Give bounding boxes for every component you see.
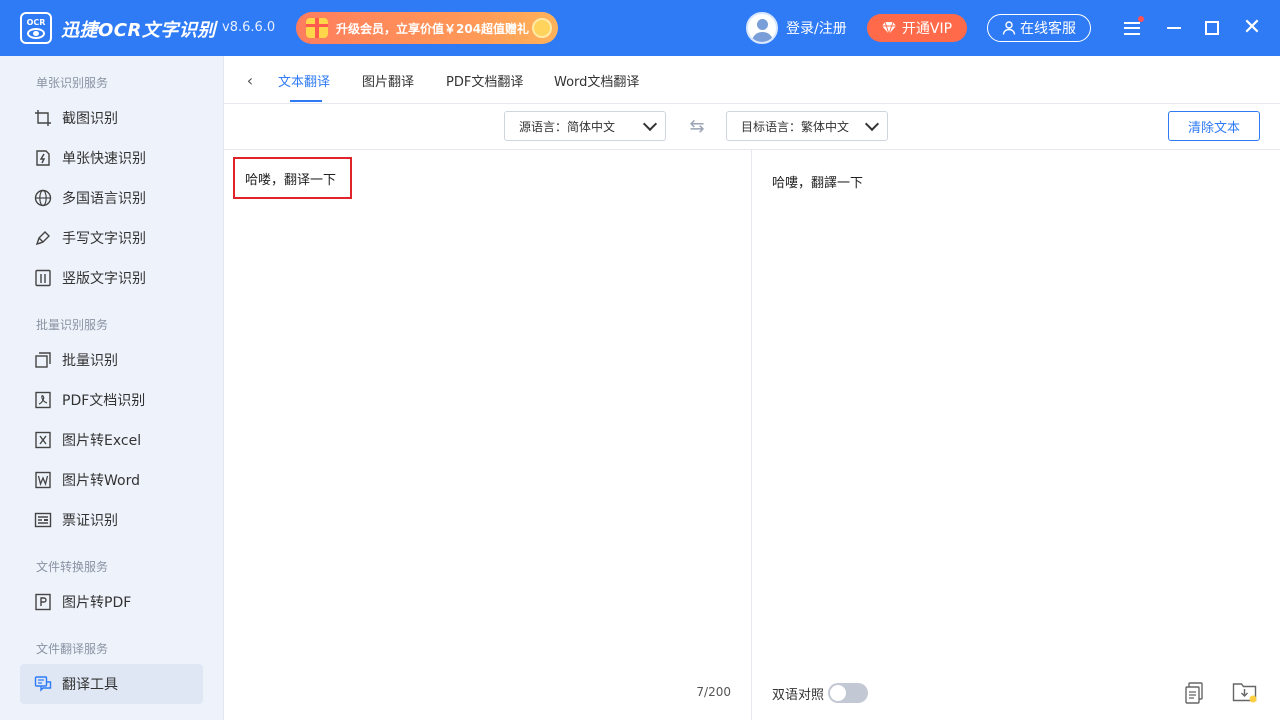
maximize-icon — [1205, 21, 1219, 35]
online-service-button[interactable]: 在线客服 — [987, 14, 1091, 42]
target-pane: 哈嘍，翻譯一下 双语对照 — [752, 150, 1280, 720]
stack-icon — [34, 351, 52, 369]
copy-icon[interactable] — [1184, 682, 1204, 704]
tab-pdf-translate[interactable]: PDF文档翻译 — [446, 71, 523, 90]
sidebar-item-ticket-ocr[interactable]: 票证识别 — [20, 500, 203, 540]
clear-text-button[interactable]: 清除文本 — [1168, 111, 1260, 141]
export-folder-icon[interactable] — [1232, 680, 1258, 704]
logo-text: OCR — [26, 17, 46, 27]
section-title: 单张识别服务 — [36, 76, 109, 90]
sidebar-item-label: PDF文档识别 — [62, 393, 146, 409]
sidebar-item-label: 批量识别 — [62, 353, 118, 369]
chevron-left-icon: ‹ — [246, 70, 254, 90]
source-pane: 哈喽，翻译一下 7/200 — [224, 150, 752, 720]
sidebar-item-label: 截图识别 — [62, 111, 118, 127]
bilingual-toggle[interactable] — [828, 683, 869, 703]
promo-text: 升级会员，立享价值￥204超值赠礼 — [336, 21, 530, 36]
excel-icon — [34, 431, 52, 449]
close-icon: ✕ — [1242, 15, 1262, 40]
diamond-icon — [881, 22, 896, 34]
maximize-button[interactable] — [1200, 16, 1224, 40]
source-language-value: 源语言：简体中文 — [519, 119, 616, 134]
sidebar-item-image-to-excel[interactable]: 图片转Excel — [20, 420, 203, 460]
sidebar-item-batch-ocr[interactable]: 批量识别 — [20, 340, 203, 380]
source-text-input[interactable]: 哈喽，翻译一下 — [233, 157, 352, 199]
menu-button[interactable] — [1120, 16, 1144, 40]
sidebar-item-image-to-word[interactable]: 图片转Word — [20, 460, 203, 500]
close-button[interactable]: ✕ — [1240, 16, 1264, 40]
active-tab-indicator — [290, 100, 322, 102]
login-label: 登录/注册 — [786, 21, 847, 37]
sidebar-item-quick-ocr[interactable]: 单张快速识别 — [20, 138, 203, 178]
lightning-doc-icon — [34, 149, 52, 167]
translated-text: 哈嘍，翻譯一下 — [772, 176, 864, 191]
eye-icon — [27, 27, 45, 39]
tab-word-translate[interactable]: Word文档翻译 — [554, 71, 639, 90]
service-label: 在线客服 — [1020, 21, 1076, 37]
sidebar-item-label: 图片转Excel — [62, 433, 142, 449]
title-bar: OCR 迅捷OCR文字识别 v8.6.6.0 升级会员，立享价值￥204超值赠礼… — [0, 0, 1280, 56]
sidebar-item-multilang-ocr[interactable]: 多国语言识别 — [20, 178, 203, 218]
word-icon — [34, 471, 52, 489]
sidebar-item-label: 翻译工具 — [62, 677, 118, 693]
translate-icon — [34, 675, 52, 693]
sidebar-item-label: 多国语言识别 — [62, 191, 146, 207]
bilingual-label: 双语对照 — [772, 687, 825, 703]
sidebar: 单张识别服务 截图识别 单张快速识别 多国语言识别 手写文字识别 竖版文字识别 … — [0, 56, 224, 720]
sidebar-item-image-to-pdf[interactable]: 图片转PDF — [20, 582, 203, 622]
app-name: 迅捷OCR文字识别 — [61, 20, 216, 41]
vertical-text-icon — [34, 269, 52, 287]
promo-banner[interactable]: 升级会员，立享价值￥204超值赠礼 — [296, 12, 558, 44]
globe-icon — [34, 189, 52, 207]
section-title: 文件翻译服务 — [36, 642, 109, 656]
sidebar-item-vertical-ocr[interactable]: 竖版文字识别 — [20, 258, 203, 298]
avatar — [746, 12, 778, 44]
language-toolbar: 源语言：简体中文 ⇆ 目标语言：繁体中文 清除文本 — [224, 104, 1280, 150]
sidebar-item-pdf-ocr[interactable]: PDF文档识别 — [20, 380, 203, 420]
pdf-p-icon — [34, 593, 52, 611]
person-icon — [1002, 21, 1016, 35]
tab-text-translate[interactable]: 文本翻译 — [278, 71, 330, 90]
swap-languages-icon[interactable]: ⇆ — [686, 116, 708, 138]
card-icon — [34, 511, 52, 529]
sidebar-item-translate-tool[interactable]: 翻译工具 — [20, 664, 203, 704]
back-button[interactable]: ‹ — [242, 70, 258, 90]
tab-bar: ‹ 文本翻译 图片翻译 PDF文档翻译 Word文档翻译 — [224, 56, 1280, 104]
sidebar-item-label: 票证识别 — [62, 513, 118, 529]
vip-button[interactable]: 开通VIP — [867, 14, 967, 42]
source-text: 哈喽，翻译一下 — [245, 172, 337, 188]
chevron-down-icon — [864, 116, 880, 132]
pdf-icon — [34, 391, 52, 409]
vip-label: 开通VIP — [901, 21, 953, 37]
tab-image-translate[interactable]: 图片翻译 — [362, 71, 414, 90]
app-version: v8.6.6.0 — [222, 20, 276, 35]
app-logo-icon: OCR — [20, 12, 52, 44]
minimize-button[interactable] — [1162, 16, 1186, 40]
sidebar-item-screenshot-ocr[interactable]: 截图识别 — [20, 98, 203, 138]
section-title: 文件转换服务 — [36, 560, 109, 574]
source-language-select[interactable]: 源语言：简体中文 — [504, 111, 666, 141]
target-language-value: 目标语言：繁体中文 — [741, 119, 850, 134]
coin-icon — [532, 18, 552, 38]
notification-dot — [1138, 16, 1144, 22]
hamburger-icon — [1124, 21, 1140, 35]
target-language-select[interactable]: 目标语言：繁体中文 — [726, 111, 888, 141]
sidebar-item-label: 手写文字识别 — [62, 231, 146, 247]
minimize-icon — [1167, 27, 1181, 29]
sidebar-item-label: 单张快速识别 — [62, 151, 146, 167]
section-title: 批量识别服务 — [36, 318, 109, 332]
sidebar-item-label: 竖版文字识别 — [62, 271, 146, 287]
pen-icon — [34, 229, 52, 247]
login-button[interactable]: 登录/注册 — [746, 12, 847, 44]
sidebar-item-label: 图片转PDF — [62, 595, 132, 611]
char-count: 7/200 — [696, 685, 731, 699]
crop-icon — [34, 109, 52, 127]
gift-icon — [306, 18, 328, 38]
chevron-down-icon — [642, 116, 658, 132]
bilingual-toggle-row: 双语对照 — [772, 683, 869, 703]
sidebar-item-label: 图片转Word — [62, 473, 140, 489]
sidebar-item-handwriting-ocr[interactable]: 手写文字识别 — [20, 218, 203, 258]
